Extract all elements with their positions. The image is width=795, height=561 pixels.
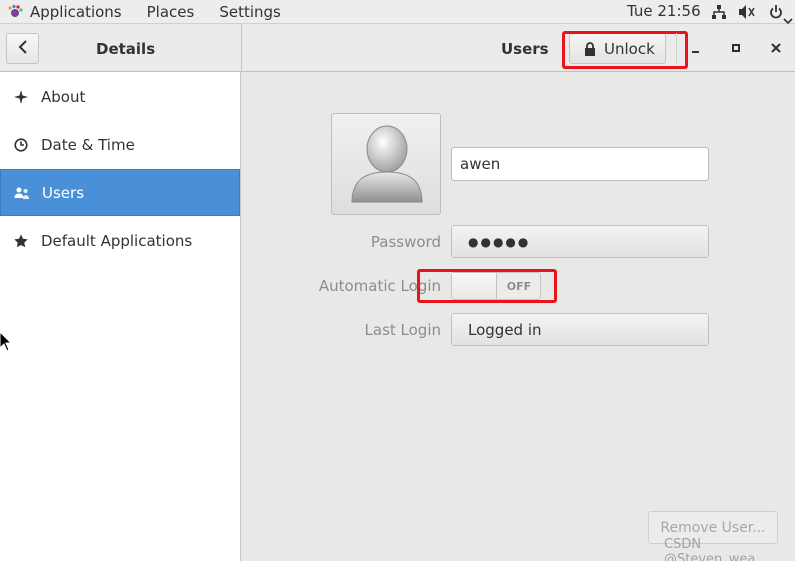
menu-applications[interactable]: Applications: [30, 3, 122, 21]
gnome-foot-icon: [7, 4, 23, 20]
top-bar: Applications Places Settings Tue 21:56: [0, 0, 795, 25]
sidebar-item-default-applications[interactable]: Default Applications: [0, 217, 240, 264]
sidebar-item-about[interactable]: About: [0, 73, 240, 120]
clock[interactable]: Tue 21:56: [627, 2, 701, 20]
minimize-button[interactable]: [686, 38, 706, 58]
username-field[interactable]: awen: [451, 147, 709, 181]
clock-icon: [12, 136, 30, 154]
switch-highlight: [417, 269, 557, 303]
window-controls-divider: [676, 33, 677, 63]
sidebar-title: Details: [96, 40, 156, 58]
sidebar-item-date-time[interactable]: Date & Time: [0, 121, 240, 168]
password-button[interactable]: ●●●●●: [451, 225, 709, 258]
last-login-button[interactable]: Logged in: [451, 313, 709, 346]
maximize-button[interactable]: [726, 38, 746, 58]
power-icon[interactable]: [768, 4, 784, 24]
close-icon: [771, 39, 781, 57]
watermark: CSDN @Steven_wea: [664, 537, 756, 561]
sidebar-item-label: Default Applications: [41, 231, 193, 250]
sidebar-item-label: About: [41, 87, 86, 106]
menu-settings[interactable]: Settings: [219, 3, 281, 21]
sidebar-item-label: Date & Time: [41, 135, 135, 154]
avatar-icon: [351, 125, 423, 203]
header-divider: [241, 24, 242, 72]
last-login-label: Last Login: [364, 321, 441, 339]
minimize-icon: [691, 39, 701, 57]
users-icon: [13, 184, 31, 202]
menu-places[interactable]: Places: [147, 3, 195, 21]
unlock-highlight: [562, 31, 688, 69]
sidebar: About Date & Time Users Default Applicat…: [0, 72, 241, 561]
sidebar-item-users[interactable]: Users: [0, 169, 240, 216]
maximize-icon: [731, 39, 741, 57]
network-icon[interactable]: [711, 4, 727, 24]
sparkle-icon: [12, 88, 30, 106]
star-icon: [12, 232, 30, 250]
chevron-left-icon: [18, 39, 28, 58]
page-title: Users: [501, 40, 549, 58]
sidebar-item-label: Users: [42, 183, 85, 202]
volume-icon[interactable]: [738, 4, 756, 24]
mouse-cursor-icon: [0, 331, 13, 356]
close-button[interactable]: [766, 38, 786, 58]
password-label: Password: [370, 233, 441, 251]
user-avatar-button[interactable]: [331, 113, 441, 215]
back-button[interactable]: [6, 33, 39, 64]
